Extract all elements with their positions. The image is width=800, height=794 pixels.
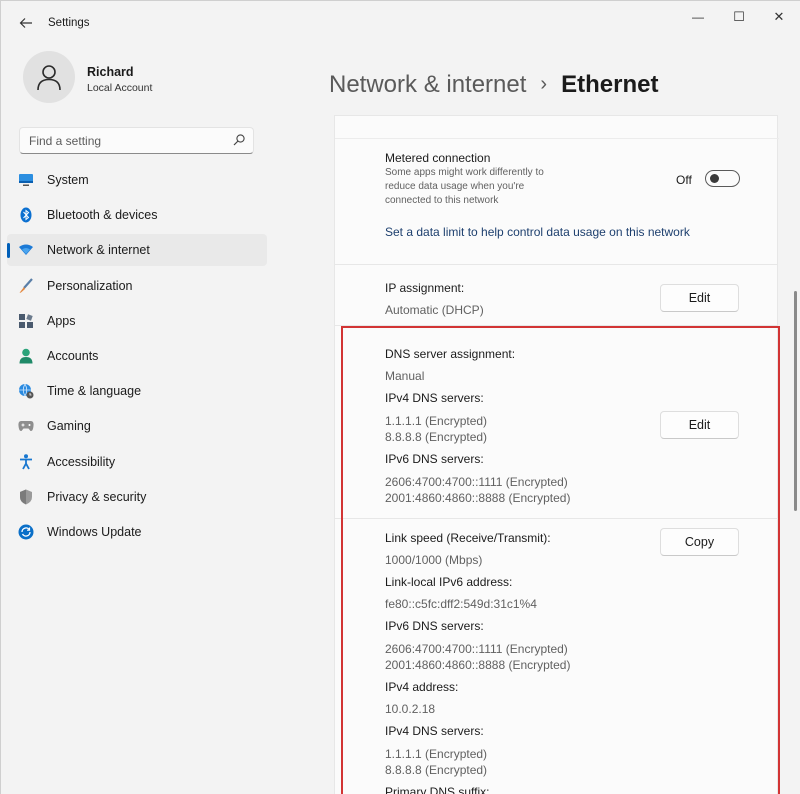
sidebar-item-label: Gaming [47,419,91,434]
sidebar-item-accounts[interactable]: Accounts [7,340,267,372]
person-icon [18,348,34,364]
back-button[interactable] [13,10,39,36]
dns-ipv6-value: 2606:4700:4700::1111 (Encrypted) [385,475,568,489]
sidebar-item-label: System [47,173,89,187]
ip-edit-button[interactable]: Edit [660,284,739,312]
account-type: Local Account [87,82,153,94]
dns-ipv4-value: 1.1.1.1 (Encrypted) [385,414,488,428]
monitor-icon [18,172,34,188]
sidebar-item-bluetooth[interactable]: Bluetooth & devices [7,199,267,231]
wifi-icon [18,242,34,258]
sidebar-item-network[interactable]: Network & internet [7,234,267,267]
breadcrumb: Network & internet › Ethernet [329,71,658,105]
settings-window: Settings — ☐ ✕ Richard Local Account Fin… [0,0,800,794]
dns-ipv6-label: IPv6 DNS servers: [385,452,484,466]
dns-assignment-value: Manual [385,369,425,383]
dns-card: DNS server assignment: Manual IPv4 DNS s… [334,325,778,519]
globe-clock-icon [18,383,34,399]
metered-title: Metered connection [385,151,491,165]
data-limit-link[interactable]: Set a data limit to help control data us… [385,225,690,239]
ip-assignment-card: IP assignment: Automatic (DHCP) Edit [334,264,778,326]
dns-ipv4-label: IPv4 DNS servers: [385,391,484,405]
back-arrow-icon [19,18,32,28]
dns-ipv4-value: 8.8.8.8 (Encrypted) [385,430,488,444]
ipv4-address-label: IPv4 address: [385,680,459,694]
sidebar-item-gaming[interactable]: Gaming [7,410,267,442]
title-bar: Settings — ☐ ✕ [1,1,800,45]
link-local-ipv6-value: fe80::c5fc:dff2:549d:31c1%4 [385,597,537,611]
bluetooth-icon [18,207,34,223]
minimize-button[interactable]: — [678,5,718,29]
copy-button[interactable]: Copy [660,528,739,556]
sidebar-item-label: Personalization [47,278,133,293]
ip-assignment-label: IP assignment: [385,281,465,295]
toggle-knob [710,174,719,183]
dns-assignment-label: DNS server assignment: [385,347,516,361]
shield-icon [18,489,34,505]
ipv6-dns-label: IPv6 DNS servers: [385,619,484,633]
sidebar-item-windows-update[interactable]: Windows Update [7,516,267,548]
ipv6-dns-value: 2001:4860:4860::8888 (Encrypted) [385,658,571,672]
sidebar-item-accessibility[interactable]: Accessibility [7,446,267,478]
metered-connection-card: Metered connection Some apps might work … [334,115,779,265]
sidebar-item-personalization[interactable]: Personalization [7,270,267,302]
ip-assignment-value: Automatic (DHCP) [385,303,484,317]
app-title: Settings [48,17,90,29]
metered-description: Some apps might work differently to redu… [385,167,544,206]
maximize-button[interactable]: ☐ [719,5,759,29]
page-title: Ethernet [561,71,659,98]
sidebar-item-label: Apps [47,313,76,328]
divider [335,138,779,139]
ipv4-dns-value: 1.1.1.1 (Encrypted) [385,747,488,761]
gamepad-icon [18,418,34,434]
sidebar-item-label: Accounts [47,348,99,363]
breadcrumb-parent[interactable]: Network & internet [329,71,526,98]
minimize-icon: — [692,10,704,24]
sidebar-item-label: Windows Update [47,524,142,539]
ipv6-dns-value: 2606:4700:4700::1111 (Encrypted) [385,642,568,656]
search-icon [233,134,245,146]
link-speed-label: Link speed (Receive/Transmit): [385,531,551,545]
brush-icon [18,277,34,294]
link-speed-value: 1000/1000 (Mbps) [385,553,483,567]
close-button[interactable]: ✕ [759,5,799,29]
sidebar-nav: System Bluetooth & devices Network & int… [7,164,267,551]
person-icon [37,65,61,91]
sidebar-item-label: Network & internet [47,243,150,258]
sidebar-item-label: Bluetooth & devices [47,208,158,223]
apps-icon [18,313,34,329]
sidebar-item-label: Time & language [47,384,142,399]
search-placeholder: Find a setting [29,134,102,148]
sidebar-item-label: Accessibility [47,454,116,469]
content-panel: Metered connection Some apps might work … [334,115,779,794]
chevron-right-icon: › [540,73,548,95]
search-input[interactable]: Find a setting [19,127,254,154]
accessibility-icon [18,453,34,470]
metered-toggle[interactable] [705,170,740,187]
scrollbar[interactable] [794,291,797,511]
update-icon [18,524,34,540]
sidebar-item-time-language[interactable]: Time & language [7,375,267,407]
properties-card: Copy Link speed (Receive/Transmit): 1000… [334,518,778,794]
dns-edit-button[interactable]: Edit [660,411,739,439]
sidebar-item-label: Privacy & security [47,489,147,504]
avatar[interactable] [23,51,75,103]
metered-toggle-state: Off [676,173,692,187]
ipv4-dns-value: 8.8.8.8 (Encrypted) [385,763,488,777]
user-name: Richard [87,65,134,79]
ipv4-address-value: 10.0.2.18 [385,702,436,716]
sidebar-item-privacy[interactable]: Privacy & security [7,481,267,513]
primary-dns-suffix-label: Primary DNS suffix: [385,785,490,794]
ipv4-dns-label: IPv4 DNS servers: [385,724,484,738]
dns-ipv6-value: 2001:4860:4860::8888 (Encrypted) [385,491,571,505]
sidebar-item-apps[interactable]: Apps [7,305,267,337]
close-icon: ✕ [773,9,785,24]
link-local-ipv6-label: Link-local IPv6 address: [385,575,513,589]
maximize-icon: ☐ [733,9,745,24]
sidebar-item-system[interactable]: System [7,164,267,196]
